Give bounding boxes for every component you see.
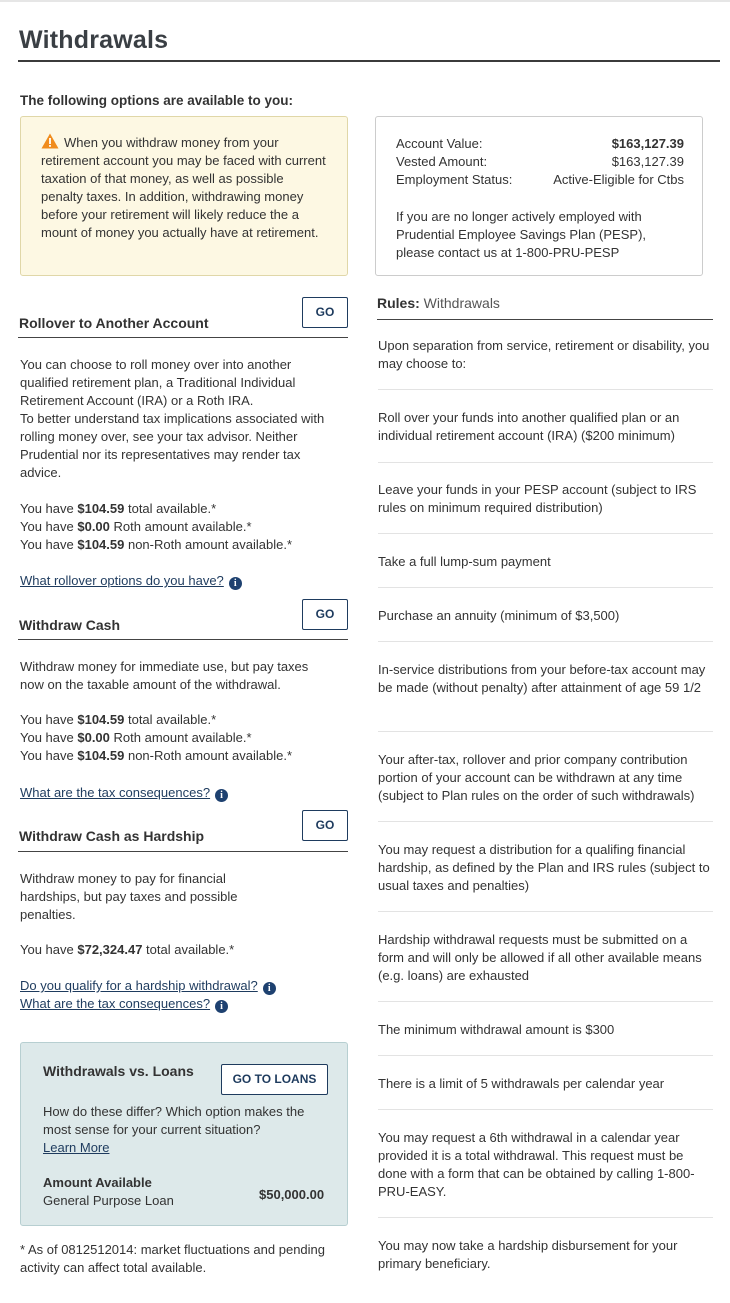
rollover-nonroth-available: You have $104.59 non-Roth amount availab… [20,537,293,552]
rules-divider [377,319,713,320]
warning-box: When you withdraw money from your retire… [20,116,348,276]
rule-separator [378,1109,713,1110]
cash-nonroth-available: You have $104.59 non-Roth amount availab… [20,748,293,763]
rule-item: You may request a 6th withdrawal in a ca… [378,1130,695,1199]
rollover-go-button[interactable]: GO [302,297,348,328]
vested-amount-value: $163,127.39 [611,154,684,169]
learn-more-link[interactable]: Learn More [43,1140,109,1155]
go-to-loans-button[interactable]: GO TO LOANS [221,1064,328,1095]
rule-item: Take a full lump-sum payment [378,554,551,569]
rule-item: Upon separation from service, retirement… [378,338,710,371]
loans-panel-description: How do these differ? Which option makes … [43,1103,333,1157]
rollover-roth-available: You have $0.00 Roth amount available.* [20,519,252,534]
vested-amount-label: Vested Amount: [396,154,488,169]
hardship-description: Withdraw money to pay for financial hard… [20,871,238,922]
warning-text: When you withdraw money from your retire… [41,135,326,240]
rollover-description: You can choose to roll money over into a… [20,357,325,480]
rule-item: Your after-tax, rollover and prior compa… [378,752,695,803]
title-divider [18,60,720,62]
rollover-options-link[interactable]: What rollover options do you have? [20,573,224,588]
rule-separator [378,641,713,642]
info-icon[interactable]: i [215,1000,229,1013]
warning-icon [41,133,59,149]
info-icon[interactable]: i [228,577,242,590]
employment-status-label: Employment Status: [396,172,513,187]
withdraw-cash-divider [18,639,348,640]
rule-separator [378,389,713,390]
rule-separator [378,1001,713,1002]
withdrawals-vs-loans-panel: Withdrawals vs. Loans GO TO LOANS How do… [20,1042,348,1226]
cash-roth-available: You have $0.00 Roth amount available.* [20,730,252,745]
rule-separator [378,1217,713,1218]
hardship-go-button[interactable]: GO [302,810,348,841]
hardship-heading: Withdraw Cash as Hardship [19,828,205,844]
hardship-qualify-link[interactable]: Do you qualify for a hardship withdrawal… [20,978,258,993]
account-value: $163,127.39 [611,136,684,151]
rule-separator [378,462,713,463]
page-title: Withdrawals [19,26,169,54]
rollover-heading: Rollover to Another Account [19,315,209,331]
employment-status-value: Active-Eligible for Ctbs [553,172,684,187]
loans-question: How do these differ? Which option makes … [43,1104,305,1137]
rollover-availability: You have $104.59 total available.* You h… [20,500,335,554]
rule-item: You may now take a hardship disbursement… [378,1238,678,1271]
rule-separator [378,533,713,534]
withdraw-cash-description: Withdraw money for immediate use, but pa… [20,659,309,692]
cash-tax-link-row: What are the tax consequences? i [20,784,229,802]
vested-amount-row: Vested Amount: $163,127.39 [396,153,684,171]
rollover-total-available: You have $104.59 total available.* [20,501,217,516]
rule-separator [378,821,713,822]
hardship-qualify-link-row: Do you qualify for a hardship withdrawal… [20,977,276,995]
rule-separator [378,1055,713,1056]
options-subtitle: The following options are available to y… [20,93,294,108]
employment-status-row: Employment Status: Active-Eligible for C… [396,171,684,189]
account-value-label: Account Value: [396,136,483,151]
withdraw-cash-go-button[interactable]: GO [302,599,348,630]
loans-panel-title: Withdrawals vs. Loans [43,1063,194,1079]
rule-item: Leave your funds in your PESP account (s… [378,482,697,515]
footnote: * As of 0812512014: market fluctuations … [20,1242,325,1275]
rule-item: Roll over your funds into another qualif… [378,410,680,443]
rule-item: There is a limit of 5 withdrawals per ca… [378,1076,665,1091]
info-icon[interactable]: i [262,982,276,995]
amount-available-heading: Amount Available [43,1175,152,1190]
rollover-options-link-row: What rollover options do you have? i [20,572,242,590]
rule-separator [378,731,713,732]
rollover-divider [18,337,348,338]
rule-item: The minimum withdrawal amount is $300 [378,1022,615,1037]
rule-separator [378,911,713,912]
hardship-tax-consequences-link[interactable]: What are the tax consequences? [20,996,210,1011]
hardship-availability: You have $72,324.47 total available.* [20,941,335,959]
employment-note: If you are no longer actively employed w… [396,209,647,260]
rules-heading: Rules: Withdrawals [377,295,500,311]
rule-item: In-service distributions from your befor… [378,662,706,695]
rule-item: Purchase an annuity (minimum of $3,500) [378,608,620,623]
info-icon[interactable]: i [215,789,229,802]
account-summary: Account Value: $163,127.39 Vested Amount… [375,116,703,276]
withdraw-cash-availability: You have $104.59 total available.* You h… [20,711,335,765]
hardship-divider [18,851,348,852]
general-purpose-loan-label: General Purpose Loan [43,1193,174,1208]
hardship-tax-link-row: What are the tax consequences? i [20,995,229,1013]
cash-total-available: You have $104.59 total available.* [20,712,217,727]
hardship-total-available: You have $72,324.47 total available.* [20,942,235,957]
top-border [0,0,730,2]
rule-item: Hardship withdrawal requests must be sub… [378,932,702,983]
withdraw-cash-heading: Withdraw Cash [19,617,120,633]
rule-item: You may request a distribution for a qua… [378,842,710,893]
account-value-row: Account Value: $163,127.39 [396,135,684,153]
rule-separator [378,587,713,588]
general-purpose-loan-amount: $50,000.00 [259,1187,325,1202]
cash-tax-consequences-link[interactable]: What are the tax consequences? [20,785,210,800]
